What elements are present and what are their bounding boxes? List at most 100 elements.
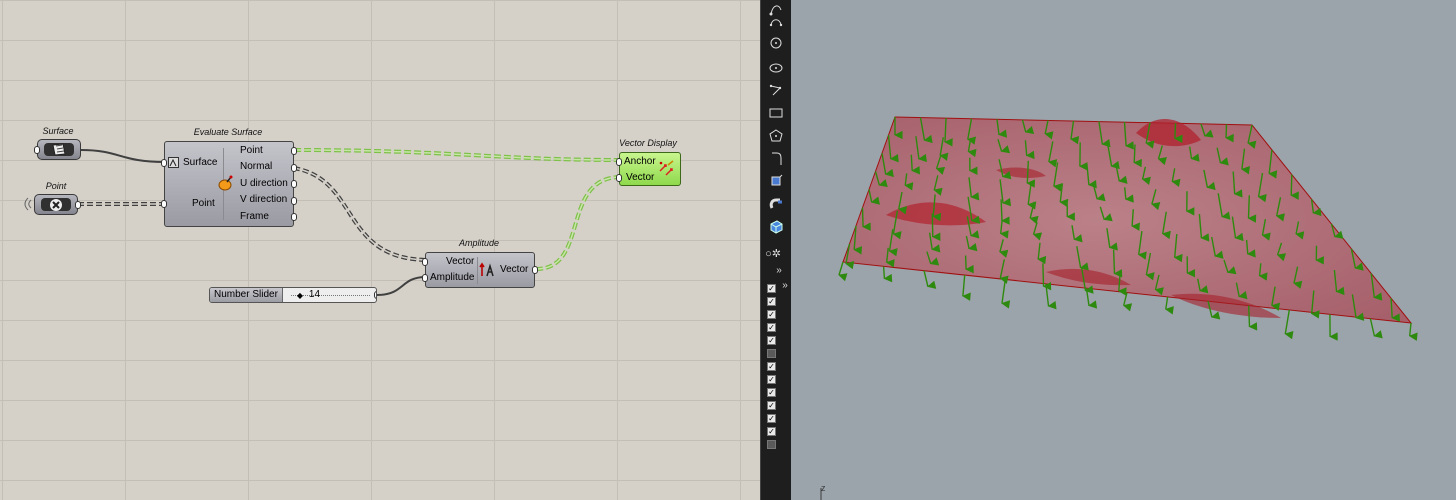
layer-checkbox[interactable]: ✓ bbox=[767, 336, 776, 345]
input-amplitude-label: Amplitude bbox=[430, 272, 475, 283]
slider-track[interactable]: ◆ 14 bbox=[283, 288, 376, 302]
wire-slider bbox=[376, 276, 427, 296]
layer-checkbox[interactable]: ✓ bbox=[767, 323, 776, 332]
output-grip[interactable] bbox=[291, 213, 297, 221]
layer-checkbox[interactable]: ✓ bbox=[767, 427, 776, 436]
arc-icon[interactable] bbox=[767, 13, 785, 31]
vector-arrow bbox=[910, 154, 920, 175]
output-grip[interactable] bbox=[291, 147, 297, 155]
vector-arrow bbox=[1247, 195, 1257, 223]
wire-layer bbox=[24, 148, 621, 296]
vector-arrow bbox=[1085, 287, 1098, 309]
input-grip[interactable] bbox=[161, 200, 167, 208]
wire-vector bbox=[535, 175, 621, 271]
settings-icon[interactable]: ○✲ bbox=[764, 244, 782, 262]
output-vector-label: Vector bbox=[500, 264, 529, 275]
layer-checkbox[interactable]: ✓ bbox=[767, 388, 776, 397]
vector-arrow bbox=[1122, 292, 1133, 312]
input-grip[interactable] bbox=[616, 158, 622, 166]
layer-checkbox[interactable]: ✓ bbox=[767, 414, 776, 423]
amplitude-icon bbox=[479, 262, 497, 281]
point-param-title: Point bbox=[45, 181, 67, 191]
output-normal-label: Normal bbox=[240, 161, 273, 172]
amplitude-component[interactable]: Vector Amplitude Vector bbox=[422, 252, 538, 288]
vector-arrow bbox=[1174, 123, 1183, 143]
ellipse-icon[interactable] bbox=[767, 58, 785, 76]
input-vector-label: Vector bbox=[626, 172, 655, 183]
wireless-indicator bbox=[24, 197, 32, 211]
output-grip[interactable] bbox=[532, 266, 538, 274]
surface-icon bbox=[44, 143, 74, 156]
input-grip[interactable] bbox=[34, 146, 40, 154]
divider bbox=[477, 257, 478, 284]
input-point-label: Point bbox=[192, 198, 215, 209]
vector-arrow bbox=[1045, 283, 1057, 310]
vector-arrow bbox=[1000, 199, 1010, 225]
vector-arrow bbox=[882, 266, 893, 283]
layer-checkbox[interactable]: ✓ bbox=[767, 310, 776, 319]
output-grip[interactable] bbox=[75, 201, 81, 209]
point-param[interactable] bbox=[34, 194, 81, 215]
vector-arrow bbox=[1248, 305, 1258, 331]
output-udir-label: U direction bbox=[240, 178, 288, 189]
evaluate-surface-title: Evaluate Surface bbox=[193, 127, 263, 137]
input-grip[interactable] bbox=[422, 258, 428, 266]
rhino-toolbar: ○✲ » » ✓ ✓ ✓ ✓ ✓ ✓ ✓ ✓ ✓ ✓ ✓ bbox=[760, 0, 791, 500]
evaluate-surface-component[interactable]: Surface Point Point Normal U direction V… bbox=[161, 141, 297, 227]
layer-checkbox[interactable]: ✓ bbox=[767, 362, 776, 371]
vector-arrow bbox=[1042, 263, 1052, 291]
magnet-icon[interactable] bbox=[767, 195, 785, 213]
slider-value: 14 bbox=[308, 289, 321, 300]
layer-checkbox[interactable]: ✓ bbox=[767, 401, 776, 410]
output-point-label: Point bbox=[240, 145, 263, 156]
polyline-icon[interactable] bbox=[767, 81, 785, 99]
output-grip[interactable] bbox=[374, 291, 376, 299]
input-grip[interactable] bbox=[422, 274, 428, 282]
evaluate-surface-icon bbox=[218, 175, 234, 194]
vector-display-icon bbox=[658, 159, 676, 180]
input-grip[interactable] bbox=[616, 174, 622, 182]
rectangle-icon[interactable] bbox=[767, 104, 785, 122]
layer-checkbox[interactable] bbox=[767, 440, 776, 449]
vector-arrow bbox=[1290, 174, 1299, 200]
transform-icon[interactable] bbox=[767, 172, 785, 190]
vector-arrow bbox=[964, 255, 974, 274]
polygon-icon[interactable] bbox=[767, 127, 785, 145]
number-slider[interactable]: Number Slider ◆ 14 bbox=[209, 287, 377, 303]
grasshopper-canvas[interactable]: Surface Point Evaluate Surface Surface P… bbox=[0, 0, 760, 500]
vector-arrow bbox=[944, 118, 953, 147]
vector-arrow bbox=[962, 275, 971, 301]
output-grip[interactable] bbox=[291, 180, 297, 188]
input-vector-label: Vector bbox=[446, 256, 475, 267]
vector-display-component[interactable]: Anchor Vector bbox=[616, 152, 681, 186]
output-grip[interactable] bbox=[291, 164, 297, 172]
output-grip[interactable] bbox=[291, 197, 297, 205]
slider-knob-icon[interactable]: ◆ bbox=[297, 291, 303, 300]
input-grip[interactable] bbox=[161, 159, 167, 167]
layer-checkbox[interactable]: ✓ bbox=[767, 375, 776, 384]
fillet-icon[interactable] bbox=[767, 150, 785, 168]
amplitude-title: Amplitude bbox=[458, 238, 500, 248]
layer-checkbox[interactable] bbox=[767, 349, 776, 358]
output-vdir-label: V direction bbox=[240, 194, 288, 205]
vector-arrow bbox=[931, 213, 941, 241]
wire-surface bbox=[80, 149, 166, 163]
layer-checkbox[interactable]: ✓ bbox=[767, 297, 776, 306]
box-icon[interactable] bbox=[767, 218, 785, 236]
axis-icon bbox=[820, 488, 822, 500]
circle-icon[interactable] bbox=[767, 34, 785, 52]
layer-checkbox[interactable]: ✓ bbox=[767, 284, 776, 293]
surface-param-title: Surface bbox=[42, 126, 74, 136]
vector-arrow bbox=[1164, 296, 1174, 315]
rhino-viewport[interactable]: z bbox=[791, 0, 1456, 500]
surface-param[interactable] bbox=[34, 139, 81, 160]
vector-display-title: Vector Display bbox=[619, 138, 677, 148]
input-anchor-label: Anchor bbox=[624, 156, 656, 167]
reparameterize-icon bbox=[168, 157, 179, 168]
vector-arrow bbox=[923, 270, 937, 289]
vector-arrow bbox=[1001, 279, 1011, 309]
vector-arrow bbox=[1408, 322, 1418, 341]
vector-arrow bbox=[1112, 249, 1123, 278]
vector-arrow bbox=[1369, 318, 1383, 339]
vector-arrow bbox=[861, 207, 871, 231]
